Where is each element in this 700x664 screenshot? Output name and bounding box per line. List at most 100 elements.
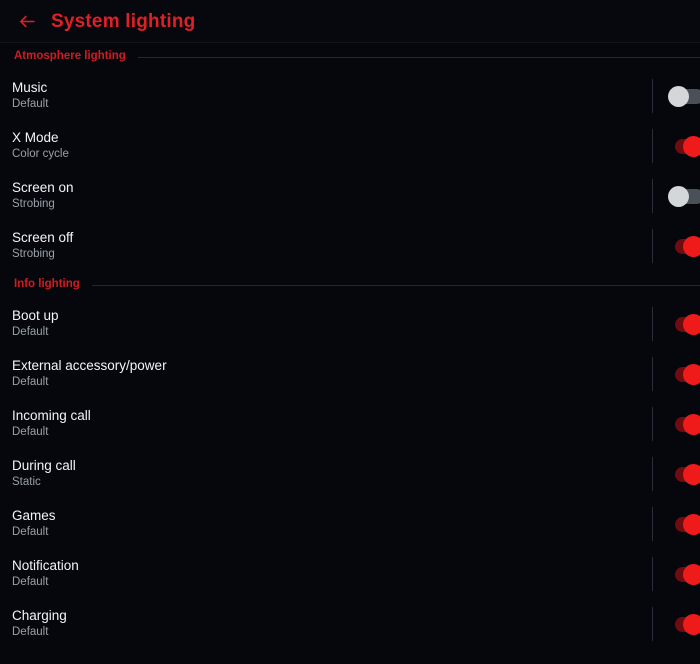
toggle-thumb (683, 363, 700, 385)
section-divider (91, 284, 700, 286)
settings-row[interactable]: Incoming call Default (0, 399, 700, 449)
section-header: Atmosphere lighting (0, 43, 700, 71)
vertical-divider (652, 229, 653, 263)
toggle-thumb (683, 135, 700, 157)
settings-row[interactable]: Boot up Default (0, 299, 700, 349)
back-button[interactable] (12, 6, 42, 36)
row-text-group: Music Default (12, 80, 652, 112)
toggle-switch[interactable] (668, 313, 700, 335)
row-control-group (652, 549, 700, 599)
vertical-divider (652, 407, 653, 441)
row-subtitle: Default (12, 526, 49, 538)
row-text-group: Screen on Strobing (12, 180, 652, 212)
settings-row[interactable]: Notification Default (0, 549, 700, 599)
row-control-group (652, 299, 700, 349)
toggle-thumb (683, 463, 700, 485)
row-text-group: Games Default (12, 508, 652, 540)
row-control-group (652, 399, 700, 449)
row-subtitle: Strobing (12, 248, 55, 260)
row-title: Screen on (12, 180, 74, 195)
settings-row[interactable]: Screen on Strobing (0, 171, 700, 221)
row-subtitle: Static (12, 476, 41, 488)
settings-row[interactable]: Charging Default (0, 599, 700, 649)
system-lighting-screen: System lighting Atmosphere lighting Music… (0, 0, 700, 664)
row-title: External accessory/power (12, 358, 167, 373)
settings-row[interactable]: External accessory/power Default (0, 349, 700, 399)
row-subtitle: Default (12, 626, 49, 638)
toggle-switch[interactable] (668, 513, 700, 535)
row-text-group: Charging Default (12, 608, 652, 640)
settings-row[interactable]: During call Static (0, 449, 700, 499)
row-control-group (652, 71, 700, 121)
toggle-switch[interactable] (668, 135, 700, 157)
arrow-left-icon (17, 11, 38, 32)
vertical-divider (652, 457, 653, 491)
settings-row[interactable]: X Mode Color cycle (0, 121, 700, 171)
page-title: System lighting (51, 10, 196, 32)
settings-row[interactable]: Games Default (0, 499, 700, 549)
row-text-group: Screen off Strobing (12, 230, 652, 262)
vertical-divider (652, 557, 653, 591)
row-text-group: During call Static (12, 458, 652, 490)
toggle-switch[interactable] (668, 413, 700, 435)
toggle-switch[interactable] (668, 185, 700, 207)
vertical-divider (652, 307, 653, 341)
toggle-thumb (683, 313, 700, 335)
vertical-divider (652, 357, 653, 391)
vertical-divider (652, 507, 653, 541)
vertical-divider (652, 129, 653, 163)
toggle-thumb (683, 235, 700, 257)
app-bar: System lighting (0, 0, 700, 43)
toggle-thumb (683, 613, 700, 635)
row-control-group (652, 349, 700, 399)
toggle-thumb (668, 185, 689, 207)
row-title: Screen off (12, 230, 74, 245)
toggle-thumb (683, 563, 700, 585)
row-control-group (652, 449, 700, 499)
settings-row[interactable]: Screen off Strobing (0, 221, 700, 271)
settings-content: Atmosphere lighting Music Default X Mode Col… (0, 43, 700, 649)
row-title: X Mode (12, 130, 59, 145)
section-label: Info lighting (14, 278, 80, 291)
toggle-thumb (683, 413, 700, 435)
vertical-divider (652, 179, 653, 213)
row-title: Music (12, 80, 48, 95)
row-subtitle: Default (12, 376, 49, 388)
row-subtitle: Default (12, 326, 49, 338)
toggle-switch[interactable] (668, 563, 700, 585)
toggle-switch[interactable] (668, 613, 700, 635)
row-subtitle: Default (12, 426, 49, 438)
row-control-group (652, 499, 700, 549)
toggle-switch[interactable] (668, 235, 700, 257)
toggle-switch[interactable] (668, 363, 700, 385)
row-title: Notification (12, 558, 79, 573)
row-subtitle: Default (12, 576, 49, 588)
settings-row[interactable]: Music Default (0, 71, 700, 121)
row-title: Charging (12, 608, 67, 623)
row-subtitle: Default (12, 98, 49, 110)
row-text-group: External accessory/power Default (12, 358, 652, 390)
toggle-switch[interactable] (668, 463, 700, 485)
section-divider (137, 56, 700, 58)
vertical-divider (652, 79, 653, 113)
row-text-group: Boot up Default (12, 308, 652, 340)
row-title: During call (12, 458, 76, 473)
row-control-group (652, 599, 700, 649)
section-header: Info lighting (0, 271, 700, 299)
toggle-thumb (668, 85, 689, 107)
settings-list: Music Default X Mode Color cycle Screen on St… (0, 71, 700, 271)
row-control-group (652, 171, 700, 221)
row-text-group: Notification Default (12, 558, 652, 590)
row-title: Incoming call (12, 408, 91, 423)
toggle-thumb (683, 513, 700, 535)
settings-list: Boot up Default External accessory/power De… (0, 299, 700, 649)
row-control-group (652, 221, 700, 271)
row-subtitle: Color cycle (12, 148, 69, 160)
section-label: Atmosphere lighting (14, 50, 126, 63)
row-control-group (652, 121, 700, 171)
vertical-divider (652, 607, 653, 641)
row-subtitle: Strobing (12, 198, 55, 210)
row-text-group: X Mode Color cycle (12, 130, 652, 162)
row-title: Boot up (12, 308, 59, 323)
toggle-switch[interactable] (668, 85, 700, 107)
